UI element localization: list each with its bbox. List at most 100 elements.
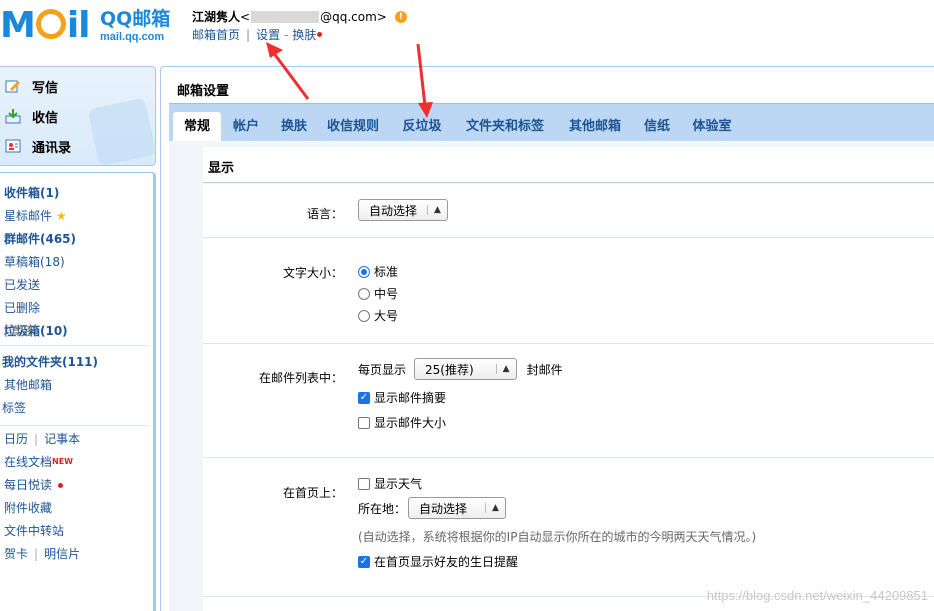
docs-link[interactable]: 在线文档NEW	[4, 452, 73, 472]
tab-other-mailboxes[interactable]: 其他邮箱	[563, 112, 627, 142]
birthday-checkbox[interactable]: ✓ 在首页显示好友的生日提醒	[358, 553, 518, 570]
font-size-standard-radio[interactable]: 标准	[358, 263, 398, 280]
settings-content: 显示 语言： 自动选择 ▲ 文字大小： 标准 中号 大号 在邮件列表中： 每页显示…	[169, 141, 934, 611]
tab-anti-spam[interactable]: 反垃圾	[397, 112, 447, 142]
checkbox-checked-icon: ✓	[358, 555, 370, 568]
per-page-select[interactable]: 25(推荐) ▲	[414, 358, 517, 380]
folder-my-folders[interactable]: 我的文件夹(111)	[2, 352, 98, 372]
pencil-icon	[4, 78, 22, 94]
inbox-download-icon	[4, 108, 22, 124]
show-size-label: 显示邮件大小	[374, 416, 447, 430]
radio-unchecked-icon	[358, 309, 370, 322]
settings-link[interactable]: 设置	[256, 26, 280, 43]
font-size-large: 大号	[374, 309, 399, 323]
folder-inbox[interactable]: 收件箱(1)	[4, 183, 59, 203]
checkbox-unchecked-icon	[358, 477, 370, 490]
logo-brand: QQ邮箱	[100, 8, 171, 30]
pipe-separator: |	[34, 547, 39, 561]
calendar-link[interactable]: 日历	[4, 432, 28, 446]
divider	[203, 457, 934, 458]
folder-starred-label: 星标邮件	[4, 209, 53, 223]
font-size-medium: 中号	[374, 287, 399, 301]
radio-checked-icon	[358, 265, 370, 278]
show-summary-checkbox[interactable]: ✓ 显示邮件摘要	[358, 389, 446, 406]
mail-home-link[interactable]: 邮箱首页	[192, 26, 240, 43]
show-size-checkbox[interactable]: 显示邮件大小	[358, 414, 446, 431]
settings-panel: 邮箱设置 常规 帐户 换肤 收信规则 反垃圾 文件夹和标签 其他邮箱 信纸 体验…	[160, 66, 934, 611]
email-open-bracket: <	[240, 9, 251, 24]
notification-dot	[317, 32, 323, 37]
homepage-label: 在首页上：	[282, 486, 343, 500]
pipe-separator: |	[34, 432, 39, 446]
file-transfer-link[interactable]: 文件中转站	[4, 521, 64, 541]
contacts-label: 通讯录	[32, 140, 72, 156]
watermark: https://blog.csdn.net/weixin_44209851	[706, 588, 928, 603]
compose-label: 写信	[32, 80, 59, 96]
location-select[interactable]: 自动选择 ▲	[408, 497, 506, 519]
daily-reading-label: 每日悦读	[4, 478, 53, 492]
compose-button[interactable]: 写信	[4, 75, 58, 97]
folder-tags[interactable]: 标签	[2, 398, 26, 418]
greeting-cards-link[interactable]: 贺卡	[4, 547, 28, 561]
tab-skin[interactable]: 换肤	[273, 112, 315, 142]
folder-deleted[interactable]: 已删除	[4, 298, 40, 318]
tab-account[interactable]: 帐户	[225, 112, 267, 142]
skin-link[interactable]: 换肤	[292, 26, 316, 43]
folder-sent[interactable]: 已发送	[4, 275, 40, 295]
language-select[interactable]: 自动选择 ▲	[358, 199, 448, 221]
mail-list-label: 在邮件列表中：	[258, 371, 343, 385]
notification-dot	[58, 483, 64, 488]
location-value: 自动选择	[419, 501, 468, 516]
divider	[203, 237, 934, 238]
divider	[0, 345, 148, 346]
settings-tabs: 常规 帐户 换肤 收信规则 反垃圾 文件夹和标签 其他邮箱 信纸 体验室	[169, 103, 934, 142]
contacts-icon	[4, 138, 22, 154]
tab-general[interactable]: 常规	[173, 112, 221, 142]
apps-row-2: 贺卡 | 明信片	[4, 544, 80, 564]
folder-drafts[interactable]: 草稿箱(18)	[4, 252, 65, 272]
show-summary-label: 显示邮件摘要	[374, 391, 447, 405]
page-title: 邮箱设置	[177, 84, 230, 99]
user-info: 江湖隽人 < @qq.com> !	[192, 8, 407, 25]
docs-label: 在线文档	[4, 455, 53, 469]
postcards-link[interactable]: 明信片	[44, 547, 80, 561]
font-size-label: 文字大小：	[282, 266, 343, 280]
spinner-arrows-icon: ▲	[495, 364, 510, 374]
daily-reading-link[interactable]: 每日悦读	[4, 475, 64, 495]
font-size-medium-radio[interactable]: 中号	[358, 285, 398, 302]
folder-group[interactable]: 群邮件(465)	[4, 229, 76, 249]
attachments-link[interactable]: 附件收藏	[4, 498, 52, 518]
contacts-button[interactable]: 通讯录	[4, 135, 71, 157]
notes-link[interactable]: 记事本	[44, 432, 80, 446]
folder-other-mail[interactable]: 其他邮箱	[4, 375, 52, 395]
tab-lab[interactable]: 体验室	[687, 112, 737, 142]
folder-starred[interactable]: 星标邮件 ★	[4, 206, 67, 226]
language-value: 自动选择	[369, 203, 418, 218]
tab-folders-tags[interactable]: 文件夹和标签	[459, 112, 551, 142]
tab-receive-rules[interactable]: 收信规则	[321, 112, 385, 142]
spinner-arrows-icon: ▲	[427, 205, 441, 215]
user-name: 江湖隽人	[192, 10, 241, 24]
per-page-suffix: 封邮件	[526, 362, 563, 377]
header: Mil QQ邮箱 mail.qq.com 江湖隽人 < @qq.com> ! 邮…	[0, 0, 934, 64]
show-weather-checkbox[interactable]: 显示天气	[358, 475, 422, 492]
font-size-large-radio[interactable]: 大号	[358, 307, 398, 324]
section-header: 显示	[203, 147, 934, 183]
email-redacted	[251, 10, 320, 23]
spam-clear-link[interactable]: [清空]	[4, 321, 145, 341]
font-size-standard: 标准	[374, 265, 399, 279]
per-page-value: 25(推荐)	[425, 362, 474, 377]
logo-domain: mail.qq.com	[100, 31, 165, 43]
folder-list: 收件箱(1) 星标邮件 ★ 群邮件(465) 草稿箱(18) 已发送 已删除 垃…	[0, 172, 156, 611]
tab-stationery[interactable]: 信纸	[639, 112, 675, 142]
per-page-row: 每页显示 25(推荐) ▲ 封邮件	[358, 358, 563, 380]
receive-button[interactable]: 收信	[4, 105, 58, 127]
section-title: 显示	[208, 161, 235, 176]
warning-icon[interactable]: !	[394, 10, 407, 23]
display-settings: 语言： 自动选择 ▲ 文字大小： 标准 中号 大号 在邮件列表中： 每页显示 25…	[203, 184, 934, 611]
new-badge: NEW	[52, 457, 73, 466]
apps-row-1: 日历 | 记事本	[4, 429, 80, 449]
location-hint: (自动选择，系统将根据你的IP自动显示你所在的城市的今明两天天气情况。)	[358, 530, 757, 544]
star-icon: ★	[55, 209, 67, 223]
qq-mail-logo[interactable]: Mil QQ邮箱 mail.qq.com	[0, 6, 175, 46]
